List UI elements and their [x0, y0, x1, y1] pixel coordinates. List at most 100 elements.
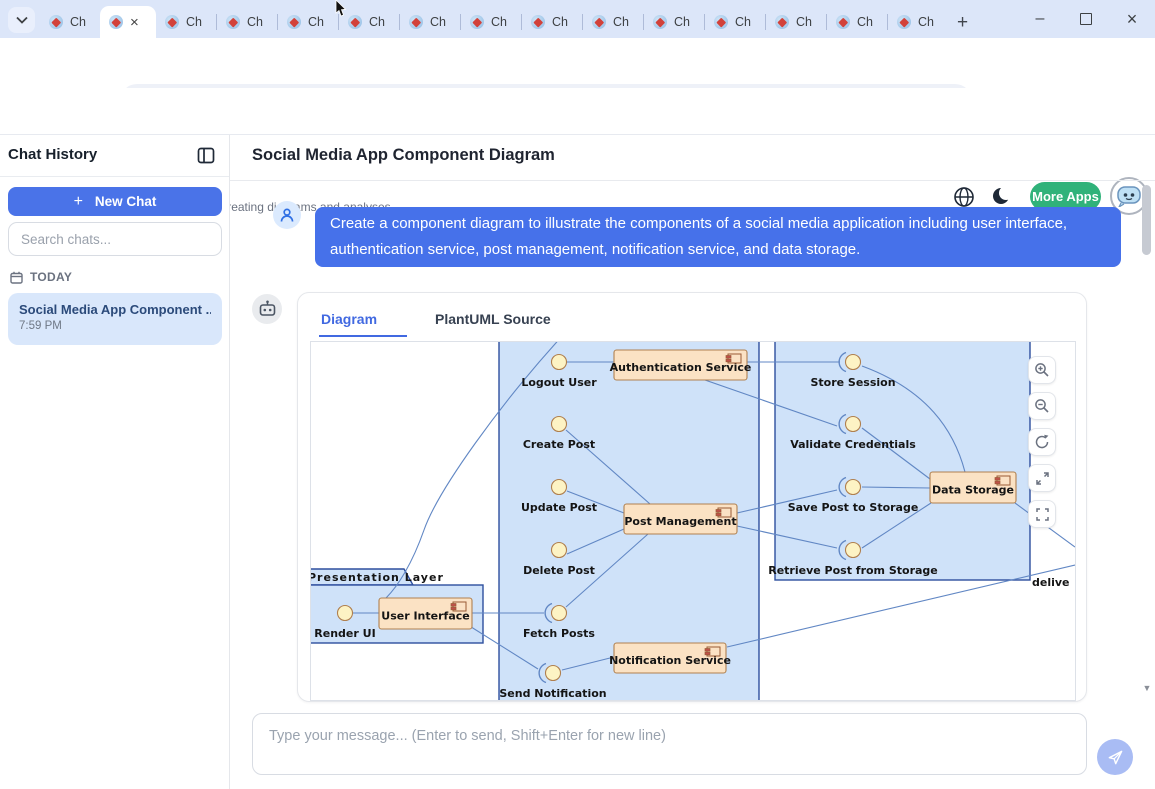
- component-icon: [726, 356, 731, 359]
- vp-favicon-icon: [897, 15, 911, 29]
- window-maximize-button[interactable]: [1063, 0, 1109, 38]
- reset-view-button[interactable]: [1028, 428, 1056, 456]
- tab-label: Ch: [70, 15, 86, 29]
- browser-tab-1[interactable]: ×: [100, 6, 156, 38]
- browser-tab-9[interactable]: Ch: [583, 6, 643, 38]
- fullscreen-button[interactable]: [1028, 500, 1056, 528]
- robot-icon: [258, 300, 277, 318]
- result-tabs: Diagram PlantUML Source: [319, 309, 581, 337]
- interface-label-logout-user: Logout User: [521, 376, 597, 389]
- interface-label-validate-credentials: Validate Credentials: [790, 438, 916, 451]
- interface-label-send-notification: Send Notification: [499, 687, 606, 700]
- tab-label: Ch: [613, 15, 629, 29]
- date-section-header: TODAY: [10, 270, 72, 284]
- browser-tab-6[interactable]: Ch: [400, 6, 460, 38]
- tab-diagram[interactable]: Diagram: [319, 309, 407, 337]
- browser-tab-4[interactable]: Ch: [278, 6, 338, 38]
- language-globe-icon[interactable]: [953, 186, 975, 208]
- browser-tab-14[interactable]: Ch: [888, 6, 948, 38]
- diagram-canvas[interactable]: Presentation LayerAuthentication Service…: [310, 341, 1076, 701]
- vp-favicon-icon: [775, 15, 789, 29]
- tab-label: Ch: [247, 15, 263, 29]
- component-icon: [995, 478, 1000, 481]
- expand-button[interactable]: [1028, 464, 1056, 492]
- person-icon: [279, 207, 295, 223]
- interface-label-render-ui: Render UI: [314, 627, 375, 640]
- plus-icon: +: [74, 193, 83, 211]
- browser-tab-2[interactable]: Ch: [156, 6, 216, 38]
- tab-label: Ch: [552, 15, 568, 29]
- message-input[interactable]: [252, 713, 1087, 775]
- interface-label-retrieve-post-from-storage: Retrieve Post from Storage: [768, 564, 938, 577]
- interface-store-session: [846, 355, 861, 370]
- tab-label: Ch: [918, 15, 934, 29]
- clipped-edge-label: delive: [1032, 576, 1070, 589]
- new-tab-button[interactable]: +: [957, 13, 968, 32]
- divider: [230, 180, 1155, 181]
- tab-label: Ch: [857, 15, 873, 29]
- app-header: Chatbot Visual Paradigm AI Assistant for…: [0, 88, 1155, 135]
- browser-tab-8[interactable]: Ch: [522, 6, 582, 38]
- package-label: Presentation Layer: [311, 571, 444, 584]
- browser-tab-12[interactable]: Ch: [766, 6, 826, 38]
- vp-favicon-icon: [653, 15, 667, 29]
- interface-validate-credentials: [846, 417, 861, 432]
- page-title: Social Media App Component Diagram: [252, 146, 555, 165]
- component-diagram: Presentation LayerAuthentication Service…: [311, 342, 1075, 700]
- diagram-result-card: Diagram PlantUML Source Presentation Lay…: [297, 292, 1087, 702]
- user-message-bubble: Create a component diagram to illustrate…: [315, 207, 1121, 267]
- window-minimize-button[interactable]: –: [1017, 0, 1063, 38]
- window-close-button[interactable]: ×: [1109, 0, 1155, 38]
- reset-icon: [1034, 434, 1050, 450]
- component-icon: [995, 481, 1000, 484]
- send-icon: [1107, 749, 1124, 766]
- interface-retrieve-post-from-storage: [846, 543, 861, 558]
- vp-favicon-icon: [470, 15, 484, 29]
- interface-render-ui: [338, 606, 353, 621]
- collapse-panel-icon[interactable]: [197, 147, 215, 164]
- tab-label: Ch: [674, 15, 690, 29]
- component-icon: [451, 607, 456, 610]
- mouse-cursor: [334, 0, 348, 18]
- component-icon: [716, 513, 721, 516]
- browser-tab-7[interactable]: Ch: [461, 6, 521, 38]
- dark-mode-toggle[interactable]: [991, 186, 1011, 206]
- search-chats-input[interactable]: [8, 222, 222, 256]
- new-chat-button[interactable]: + New Chat: [8, 187, 222, 216]
- interface-logout-user: [552, 355, 567, 370]
- calendar-icon: [10, 271, 23, 284]
- chat-history-item[interactable]: Social Media App Component ... 7:59 PM: [8, 293, 222, 345]
- browser-tab-3[interactable]: Ch: [217, 6, 277, 38]
- moon-cutout: [999, 186, 1013, 200]
- zoom-in-icon: [1034, 362, 1050, 378]
- vp-favicon-icon: [287, 15, 301, 29]
- window-controls: – ×: [1017, 0, 1155, 38]
- scrollbar-thumb[interactable]: [1142, 185, 1151, 255]
- maximize-icon: [1080, 13, 1092, 25]
- tab-plantuml-source[interactable]: PlantUML Source: [433, 309, 581, 337]
- component-icon: [705, 652, 710, 655]
- zoom-out-button[interactable]: [1028, 392, 1056, 420]
- new-chat-label: New Chat: [95, 194, 157, 209]
- zoom-in-button[interactable]: [1028, 356, 1056, 384]
- tab-label: Ch: [796, 15, 812, 29]
- component-icon: [716, 510, 721, 513]
- tab-search-button[interactable]: [8, 7, 35, 33]
- chat-item-time: 7:59 PM: [19, 320, 211, 332]
- tab-list: Ch×ChChChChChChChChChChChChCh+: [40, 6, 968, 38]
- browser-tab-10[interactable]: Ch: [644, 6, 704, 38]
- browser-tab-5[interactable]: Ch: [339, 6, 399, 38]
- vp-favicon-icon: [348, 15, 362, 29]
- browser-tab-11[interactable]: Ch: [705, 6, 765, 38]
- browser-tab-13[interactable]: Ch: [827, 6, 887, 38]
- browser-tab-0[interactable]: Ch: [40, 6, 100, 38]
- interface-send-notification: [546, 666, 561, 681]
- user-message-text: Create a component diagram to illustrate…: [330, 211, 1106, 263]
- send-button[interactable]: [1097, 739, 1133, 775]
- vp-favicon-icon: [109, 15, 123, 29]
- browser-toolbar: ← → ai-toolbox.visual-paradigm.com/app/c…: [0, 38, 1155, 88]
- tab-close-icon[interactable]: ×: [130, 15, 139, 30]
- interface-delete-post: [552, 543, 567, 558]
- scrollbar-down-arrow[interactable]: ▼: [1141, 682, 1153, 694]
- expand-icon: [1035, 471, 1050, 486]
